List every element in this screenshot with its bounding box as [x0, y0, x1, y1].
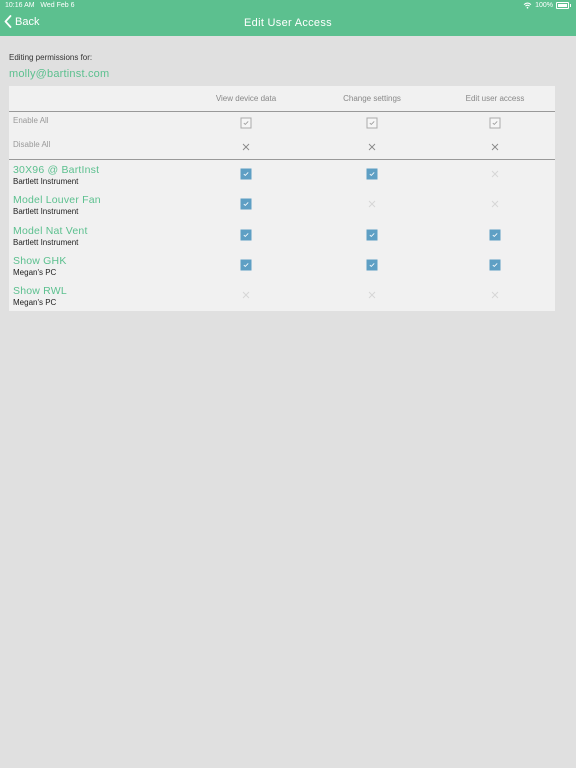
status-time-text: 10:16 AM [5, 2, 35, 9]
disable-all-label: Disable All [13, 140, 51, 149]
permission-checkbox-view-device-data[interactable] [240, 168, 252, 180]
status-time: 10:16 AM Wed Feb 6 [5, 2, 75, 9]
enable-all-label: Enable All [13, 116, 49, 125]
check-icon [369, 121, 375, 126]
permission-off-x-icon-edit-user-access[interactable] [491, 170, 499, 178]
header-divider [9, 111, 555, 112]
permission-checkbox-change-settings[interactable] [366, 259, 378, 271]
device-name: Model Nat Vent [13, 224, 88, 237]
permission-off-x-icon-view-device-data[interactable] [242, 291, 250, 299]
bulk-divider [9, 159, 555, 160]
device-name: Show GHK [13, 254, 67, 267]
column-header-view-device-data: View device data [215, 94, 277, 103]
permission-checkbox-view-device-data[interactable] [240, 198, 252, 210]
permission-checkbox-edit-user-access[interactable] [489, 229, 501, 241]
page-title: Edit User Access [244, 17, 332, 29]
permission-off-x-icon-change-settings[interactable] [368, 200, 376, 208]
battery-percent: 100% [535, 2, 553, 9]
check-icon [243, 172, 249, 177]
editing-label: Editing permissions for: [9, 53, 93, 62]
device-name: Model Louver Fan [13, 194, 101, 207]
permission-checkbox-view-device-data[interactable] [240, 259, 252, 271]
column-header-change-settings: Change settings [343, 94, 401, 103]
battery-tip [570, 4, 571, 7]
device-name: 30X96 @ BartInst [13, 164, 100, 176]
disable-all-x-icon-change-settings[interactable] [368, 143, 376, 151]
device-owner: Bartlett Instrument [13, 177, 79, 186]
enable-all-checkbox-edit-user-access[interactable] [489, 117, 501, 129]
check-icon [492, 121, 498, 126]
permissions-table: View device data Change settings Edit us… [9, 86, 555, 311]
device-owner: Megan's PC [13, 298, 57, 308]
column-header-edit-user-access: Edit user access [465, 94, 525, 103]
enable-all-checkbox-view-device-data[interactable] [240, 117, 252, 129]
permission-off-x-icon-edit-user-access[interactable] [491, 200, 499, 208]
permission-checkbox-change-settings[interactable] [366, 229, 378, 241]
device-owner: Bartlett Instrument [13, 237, 79, 247]
check-icon [243, 202, 249, 207]
check-icon [369, 263, 375, 267]
check-icon [492, 263, 498, 267]
status-indicators: 100% [523, 2, 571, 9]
battery-icon [556, 2, 569, 9]
wifi-icon [523, 2, 532, 9]
permission-checkbox-edit-user-access[interactable] [489, 259, 501, 271]
check-icon [243, 263, 249, 267]
check-icon [369, 172, 375, 177]
permission-checkbox-change-settings[interactable] [366, 168, 378, 180]
enable-all-checkbox-change-settings[interactable] [366, 117, 378, 129]
permission-checkbox-view-device-data[interactable] [240, 229, 252, 241]
disable-all-x-icon-view-device-data[interactable] [242, 143, 250, 151]
device-name: Show RWL [13, 285, 67, 298]
check-icon [492, 232, 498, 237]
permission-off-x-icon-change-settings[interactable] [368, 291, 376, 299]
permission-off-x-icon-edit-user-access[interactable] [491, 291, 499, 299]
navigation-bar: 10:16 AM Wed Feb 6 100% Back Edit User A… [0, 0, 576, 36]
device-owner: Megan's PC [13, 267, 57, 277]
editing-email: molly@bartinst.com [9, 68, 110, 80]
disable-all-x-icon-edit-user-access[interactable] [491, 143, 499, 151]
check-icon [369, 232, 375, 237]
status-date-text: Wed Feb 6 [40, 2, 75, 9]
device-owner: Bartlett Instrument [13, 207, 79, 217]
check-icon [243, 232, 249, 237]
check-icon [243, 121, 249, 126]
